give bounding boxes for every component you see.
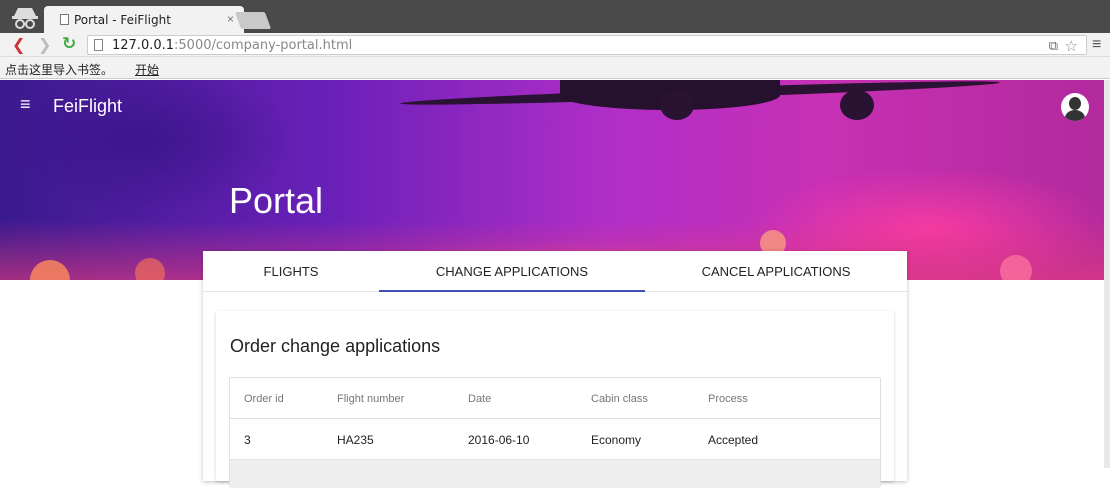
bookmark-start-link[interactable]: 开始 xyxy=(135,61,159,78)
cell-date: 2016-06-10 xyxy=(468,433,530,447)
column-header-order-id[interactable]: Order id xyxy=(244,393,284,405)
bookmark-import-hint[interactable]: 点击这里导入书签。 xyxy=(5,61,113,78)
table-row[interactable] xyxy=(230,460,880,488)
page-icon xyxy=(94,39,103,51)
change-applications-panel: Order change applications Order id Fligh… xyxy=(216,311,894,488)
column-header-process[interactable]: Process xyxy=(708,393,748,405)
avatar[interactable] xyxy=(1061,93,1089,121)
menu-icon[interactable]: ≡ xyxy=(20,94,31,115)
url-host: 127.0.0.1 xyxy=(112,38,175,53)
address-bar[interactable]: 127.0.0.1:5000/company-portal.html ⧉ ☆ xyxy=(87,35,1087,55)
tab-flights[interactable]: FLIGHTS xyxy=(203,251,379,292)
tab-cancel-applications[interactable]: CANCEL APPLICATIONS xyxy=(645,251,907,292)
close-tab-icon[interactable]: × xyxy=(227,12,234,26)
runway-light xyxy=(135,258,165,280)
applications-table: Order id Flight number Date Cabin class … xyxy=(229,377,881,488)
table-header-row: Order id Flight number Date Cabin class … xyxy=(230,378,880,419)
avatar-head xyxy=(1069,97,1081,110)
avatar-body xyxy=(1065,110,1085,121)
forward-icon[interactable]: ❯ xyxy=(38,35,51,55)
cell-cabin-class: Economy xyxy=(591,433,642,447)
column-header-flight-number[interactable]: Flight number xyxy=(337,393,404,405)
back-icon[interactable]: ❮ xyxy=(12,35,25,55)
runway-light xyxy=(1000,255,1032,280)
tab-change-applications[interactable]: CHANGE APPLICATIONS xyxy=(379,251,645,292)
airplane-engine xyxy=(840,90,874,120)
page-icon xyxy=(60,14,69,25)
incognito-icon xyxy=(12,8,38,29)
translate-icon[interactable]: ⧉ xyxy=(1049,38,1058,54)
url-path: :5000/company-portal.html xyxy=(174,38,353,53)
new-tab-button[interactable] xyxy=(234,12,272,29)
section-title: Order change applications xyxy=(230,336,441,356)
column-header-date[interactable]: Date xyxy=(468,393,491,405)
cell-flight-number: HA235 xyxy=(337,433,374,447)
brand-name: FeiFlight xyxy=(53,96,123,116)
browser-menu-icon[interactable]: ≡ xyxy=(1092,36,1101,54)
column-header-cabin-class[interactable]: Cabin class xyxy=(591,393,648,405)
browser-tab-strip: Portal - FeiFlight × xyxy=(0,0,1110,33)
airplane-engine xyxy=(660,90,694,120)
browser-toolbar: ❮ ❯ ↻ 127.0.0.1:5000/company-portal.html… xyxy=(0,33,1110,57)
bookmarks-bar: 点击这里导入书签。 开始 xyxy=(0,57,1110,79)
browser-tab-title: Portal - FeiFlight xyxy=(74,13,171,27)
page-scrollbar[interactable] xyxy=(1104,80,1110,468)
bookmark-star-icon[interactable]: ☆ xyxy=(1065,37,1078,55)
table-row[interactable]: 3 HA235 2016-06-10 Economy Accepted xyxy=(230,419,880,460)
browser-tab[interactable]: Portal - FeiFlight × xyxy=(44,6,244,33)
hero-banner: ≡ FeiFlight Portal xyxy=(0,80,1104,280)
reload-icon[interactable]: ↻ xyxy=(62,34,76,54)
tab-bar: FLIGHTS CHANGE APPLICATIONS CANCEL APPLI… xyxy=(203,251,907,292)
portal-card: FLIGHTS CHANGE APPLICATIONS CANCEL APPLI… xyxy=(203,251,907,488)
page-title: Portal xyxy=(229,180,324,221)
url-text: 127.0.0.1:5000/company-portal.html xyxy=(112,38,352,53)
cell-process: Accepted xyxy=(708,433,759,447)
cell-order-id: 3 xyxy=(244,433,251,447)
